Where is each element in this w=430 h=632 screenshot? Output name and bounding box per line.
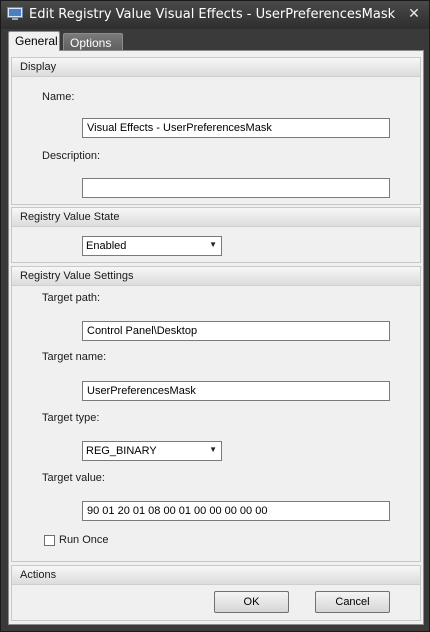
target-value-field[interactable]: [82, 501, 390, 521]
target-type-selected-value: REG_BINARY: [86, 445, 157, 457]
window-title: Edit Registry Value Visual Effects - Use…: [29, 7, 396, 22]
dialog-window: Edit Registry Value Visual Effects - Use…: [0, 0, 430, 632]
registry-value-settings-header: Registry Value Settings: [12, 267, 420, 286]
actions-group: Actions OK Cancel: [11, 565, 421, 621]
run-once-checkbox[interactable]: [44, 535, 55, 546]
display-header: Display: [12, 58, 420, 77]
registry-value-state-group: Registry Value State Enabled ▼: [11, 207, 421, 263]
target-name-label: Target name:: [42, 351, 107, 363]
display-group: Display Name: Description:: [11, 57, 421, 205]
name-label: Name:: [42, 91, 75, 103]
name-field[interactable]: [82, 118, 390, 138]
state-select[interactable]: Enabled ▼: [82, 236, 222, 256]
chevron-down-icon: ▼: [209, 240, 217, 249]
description-field[interactable]: [82, 178, 390, 198]
tab-general[interactable]: General: [8, 31, 60, 51]
title-bar[interactable]: Edit Registry Value Visual Effects - Use…: [1, 1, 429, 29]
close-icon[interactable]: ✕: [407, 6, 421, 20]
target-value-label: Target value:: [42, 472, 105, 484]
chevron-down-icon: ▼: [209, 445, 217, 454]
description-label: Description:: [42, 150, 101, 162]
tab-options[interactable]: Options: [63, 33, 123, 51]
actions-header: Actions: [12, 566, 420, 585]
general-panel: Display Name: Description: Registry Valu…: [8, 50, 424, 625]
target-type-label: Target type:: [42, 412, 100, 424]
target-path-label: Target path:: [42, 292, 101, 304]
target-name-field[interactable]: [82, 381, 390, 401]
target-path-field[interactable]: [82, 321, 390, 341]
cancel-button[interactable]: Cancel: [315, 591, 390, 613]
registry-value-settings-group: Registry Value Settings Target path: Tar…: [11, 266, 421, 562]
state-selected-value: Enabled: [86, 240, 127, 252]
target-type-select[interactable]: REG_BINARY ▼: [82, 441, 222, 461]
run-once-label: Run Once: [59, 534, 109, 546]
registry-value-state-header: Registry Value State: [12, 208, 420, 227]
ok-button[interactable]: OK: [214, 591, 289, 613]
registry-icon: [7, 7, 23, 21]
